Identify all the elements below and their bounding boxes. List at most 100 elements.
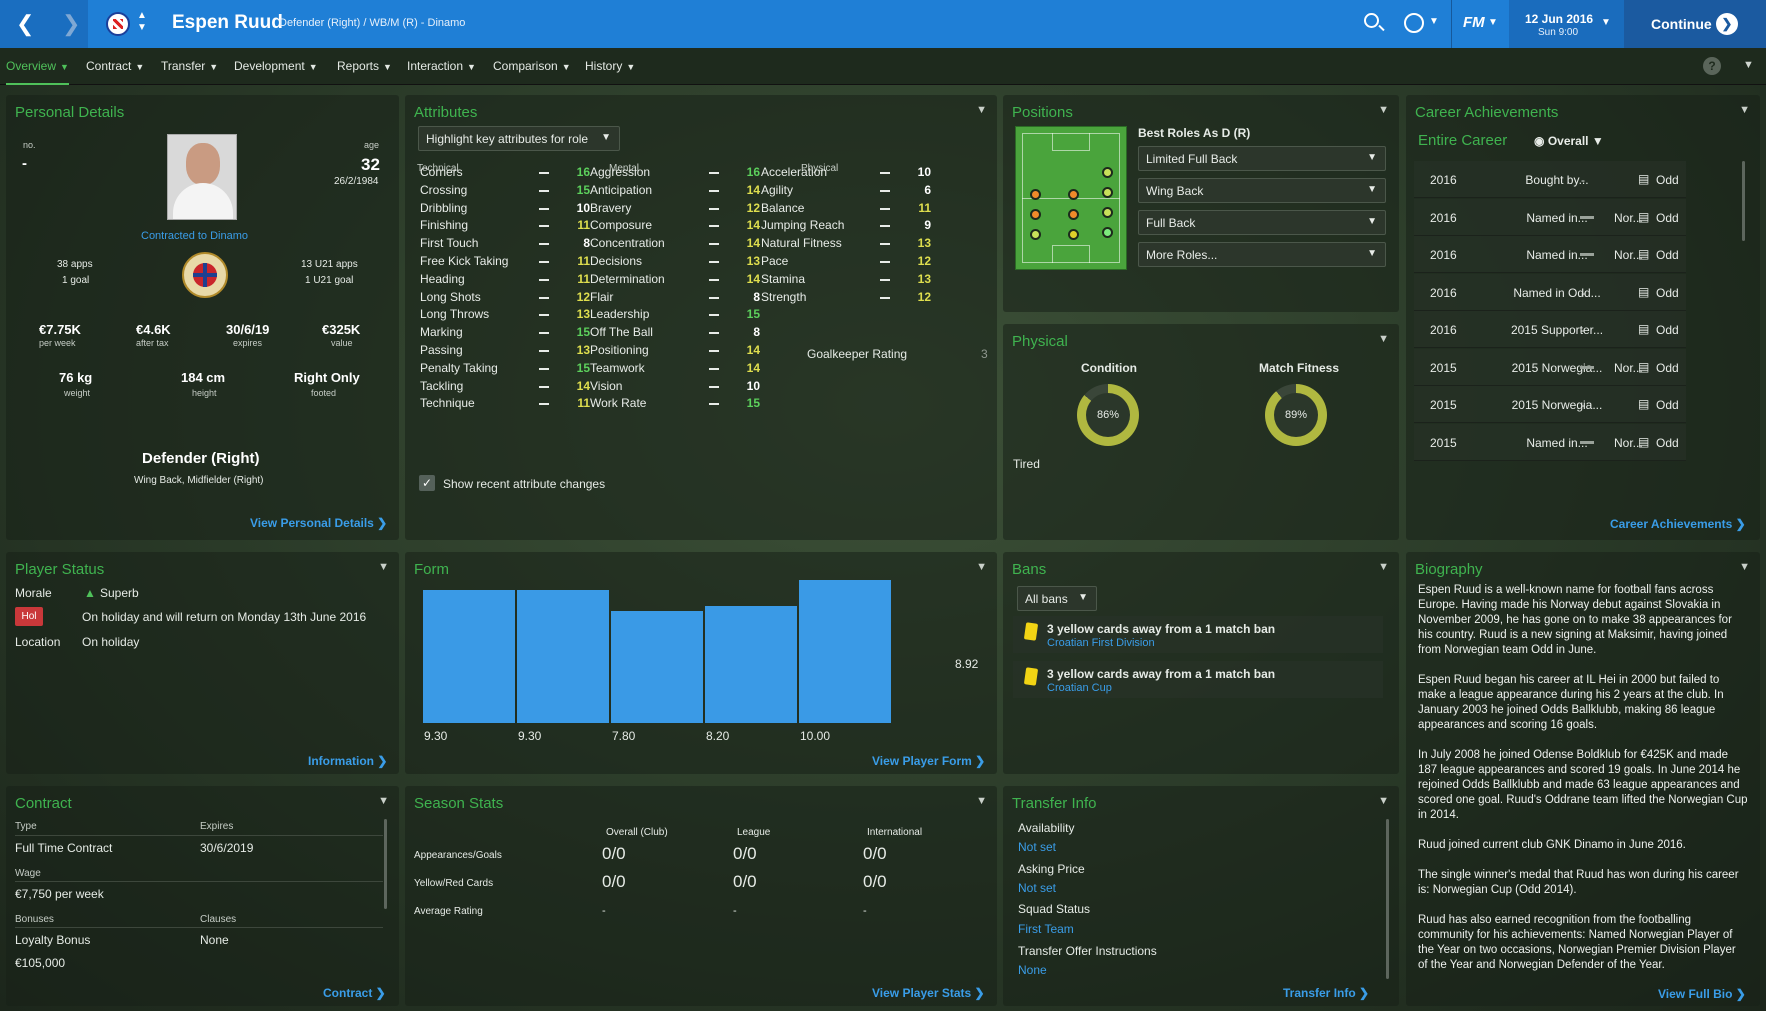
game-date: 12 Jun 2016 (1525, 12, 1594, 26)
tab-history[interactable]: History ▼ (585, 59, 635, 73)
positions-panel: Positions ▼ Best Roles As D (R) Limited … (1003, 95, 1399, 312)
career-row[interactable]: 2016 Named in... Nor... ▤ Odd (1414, 236, 1686, 273)
role-dropdown-3[interactable]: Full Back ▼ (1138, 210, 1386, 235)
attribute-value: 14 (746, 360, 760, 375)
tab-transfer[interactable]: Transfer ▼ (161, 59, 218, 73)
career-row[interactable]: 2016 Named in Odd... - ▤ Odd (1414, 273, 1686, 311)
view-personal-details-link[interactable]: View Personal Details ❯ (250, 516, 387, 530)
club-badge-icon[interactable] (106, 12, 130, 36)
panel-options-chevron-icon[interactable]: ▼ (378, 561, 389, 573)
panel-options-chevron-icon[interactable]: ▼ (1378, 104, 1389, 116)
panel-options-chevron-icon[interactable]: ▼ (976, 795, 987, 807)
more-roles-dropdown[interactable]: More Roles... ▼ (1138, 242, 1386, 267)
career-row[interactable]: 2015 2015 Norwegia... Nor... ▤ Odd (1414, 348, 1686, 386)
tab-comparison[interactable]: Comparison ▼ (493, 59, 571, 73)
club-shirt-icon: ▤ (1638, 359, 1650, 374)
contract-bonus-amount: €105,000 (15, 956, 66, 970)
fm-chevron-icon[interactable]: ▼ (1488, 17, 1498, 28)
career-row[interactable]: 2015 2015 Norwegia... - ▤ Odd (1414, 386, 1686, 423)
globe-chevron-icon[interactable]: ▼ (1429, 16, 1439, 27)
highlight-role-dropdown[interactable]: Highlight key attributes for role ▼ (418, 126, 620, 151)
attribute-name: Determination (590, 271, 665, 286)
information-link[interactable]: Information ❯ (308, 754, 387, 768)
fm-menu-button[interactable]: FM (1463, 14, 1485, 31)
role-dropdown-2[interactable]: Wing Back ▼ (1138, 178, 1386, 203)
player-status-panel: Player Status ▼ Morale ▲ Superb Hol On h… (6, 552, 399, 774)
continue-arrow-icon[interactable]: ❯ (1716, 13, 1738, 35)
squad-status-value[interactable]: First Team (1018, 922, 1074, 936)
club-switch-icon[interactable]: ▲ ▼ (137, 10, 147, 34)
attribute-name: Acceleration (761, 165, 828, 179)
bio-paragraph: In July 2008 he joined Odense Boldklub f… (1418, 749, 1748, 821)
transfer-info-panel: Transfer Info ▼ Availability Not set Ask… (1003, 786, 1399, 1006)
career-row[interactable]: 2016 2015 Supporter... - ▤ Odd (1414, 311, 1686, 348)
search-icon[interactable] (1364, 13, 1385, 32)
contracted-club-link[interactable]: Contracted to Dinamo (141, 230, 248, 242)
attribute-dash (539, 189, 549, 192)
ban-competition-link[interactable]: Croatian Cup (1047, 682, 1112, 694)
panel-options-chevron-icon[interactable]: ▼ (1378, 333, 1389, 345)
attribute-name: Natural Fitness (761, 236, 842, 251)
season-stat-value: 0/0 (863, 844, 887, 863)
back-arrow-icon[interactable]: ❮ (16, 11, 34, 37)
tab-development[interactable]: Development ▼ (234, 59, 318, 73)
col-league: League (737, 827, 771, 838)
match-fitness-value: 89% (1274, 393, 1318, 437)
panel-options-chevron-icon[interactable]: ▼ (1739, 561, 1750, 573)
offer-instructions-value[interactable]: None (1018, 963, 1047, 977)
goalkeeper-rating-value: 3 (981, 347, 988, 361)
tab-overview[interactable]: Overview ▼ (6, 59, 69, 85)
achievement-nation: - (1581, 398, 1585, 412)
after-tax-label: after tax (136, 338, 169, 348)
asking-price-value[interactable]: Not set (1018, 881, 1056, 895)
page-options-chevron-icon[interactable]: ▼ (1743, 59, 1754, 71)
panel-options-chevron-icon[interactable]: ▼ (976, 104, 987, 116)
sub-navigation: Overview ▼ Contract ▼ Transfer ▼ Developmen… (0, 48, 1766, 85)
attribute-name: Stamina (761, 271, 806, 286)
foot-value: Right Only (294, 370, 360, 385)
panel-options-chevron-icon[interactable]: ▼ (976, 561, 987, 573)
offer-instructions-label: Transfer Offer Instructions (1018, 944, 1157, 958)
attribute-dash (709, 278, 719, 281)
value-value: €325K (322, 322, 361, 337)
view-player-form-link[interactable]: View Player Form ❯ (872, 754, 985, 768)
match-fitness-label: Match Fitness (1259, 361, 1340, 375)
attribute-dash (539, 207, 549, 210)
attribute-name: Marking (420, 325, 463, 340)
bans-filter-dropdown[interactable]: All bans ▼ (1017, 586, 1097, 611)
date-chevron-icon[interactable]: ▼ (1601, 17, 1611, 28)
panel-options-chevron-icon[interactable]: ▼ (1739, 104, 1750, 116)
career-achievements-link[interactable]: Career Achievements ❯ (1610, 517, 1746, 531)
transfer-scrollbar[interactable] (1386, 819, 1389, 979)
attribute-name: Flair (590, 289, 614, 304)
forward-arrow-icon[interactable]: ❯ (62, 11, 80, 37)
view-full-bio-link[interactable]: View Full Bio ❯ (1658, 987, 1746, 1001)
help-icon[interactable]: ? (1703, 57, 1721, 75)
career-row[interactable]: 2016 Bought by... - ▤ Odd (1414, 161, 1686, 198)
tab-contract[interactable]: Contract ▼ (86, 59, 144, 73)
globe-icon[interactable] (1404, 13, 1424, 33)
attribute-name: Heading (420, 271, 465, 286)
show-changes-checkbox[interactable]: ✓ (419, 475, 435, 491)
panel-options-chevron-icon[interactable]: ▼ (378, 795, 389, 807)
career-filter-dropdown[interactable]: ◉ Overall ▼ (1534, 134, 1604, 148)
contract-scrollbar[interactable] (384, 819, 387, 909)
role-dropdown-1[interactable]: Limited Full Back ▼ (1138, 146, 1386, 171)
attribute-value: 15 (746, 396, 760, 411)
tab-reports[interactable]: Reports ▼ (337, 59, 392, 73)
panel-options-chevron-icon[interactable]: ▼ (1378, 795, 1389, 807)
career-row[interactable]: 2015 Named in... Nor... ▤ Odd (1414, 423, 1686, 461)
career-row[interactable]: 2016 Named in... Nor... ▤ Odd (1414, 198, 1686, 236)
view-player-stats-link[interactable]: View Player Stats ❯ (872, 986, 985, 1000)
contract-link[interactable]: Contract ❯ (323, 986, 386, 1000)
transfer-info-link[interactable]: Transfer Info ❯ (1283, 986, 1369, 1000)
attribute-name: Anticipation (590, 182, 653, 197)
panel-options-chevron-icon[interactable]: ▼ (1378, 561, 1389, 573)
attribute-name: Crossing (420, 182, 468, 197)
tab-interaction[interactable]: Interaction ▼ (407, 59, 476, 73)
morale-value: Superb (100, 586, 139, 600)
ban-competition-link[interactable]: Croatian First Division (1047, 637, 1155, 649)
weight-label: weight (64, 388, 91, 398)
career-scrollbar[interactable] (1742, 161, 1745, 241)
availability-value[interactable]: Not set (1018, 840, 1056, 854)
